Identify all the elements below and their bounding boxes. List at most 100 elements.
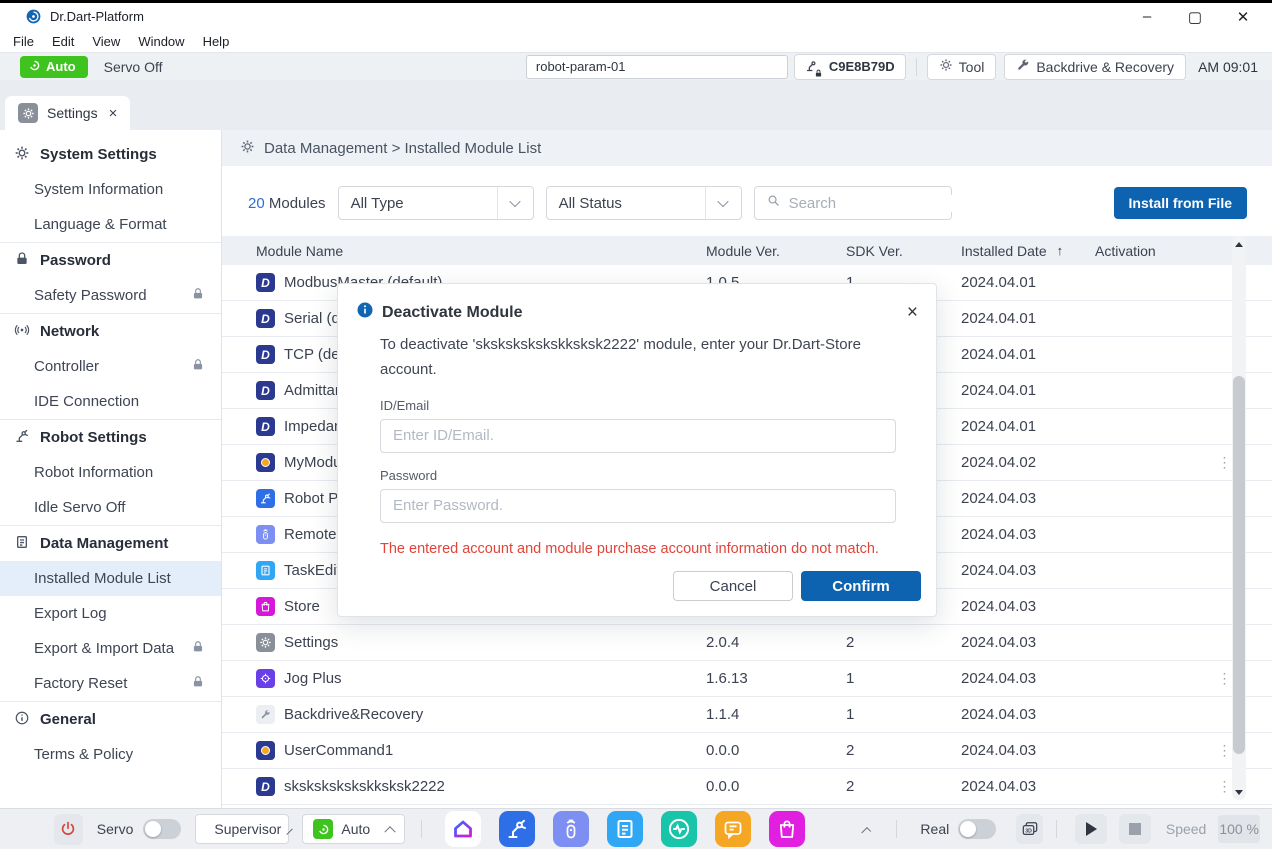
servo-toggle[interactable] [143, 819, 181, 839]
password-field[interactable] [380, 489, 896, 523]
col-module-name[interactable]: Module Name [256, 243, 706, 259]
sort-ascending-icon[interactable]: ↑ [1057, 243, 1064, 258]
table-row[interactable]: D skskskskskskksksk2222 0.0.0 2 2024.04.… [222, 769, 1272, 805]
dock-robot-params-icon[interactable] [499, 811, 535, 847]
power-button[interactable] [54, 814, 83, 845]
sidebar-item-installed-module-list[interactable]: Installed Module List [0, 561, 221, 596]
sidebar-section-robot-settings[interactable]: Robot Settings [0, 420, 221, 455]
menu-view[interactable]: View [83, 34, 129, 49]
tool-button[interactable]: Tool [927, 54, 997, 80]
scroll-up-icon[interactable] [1232, 237, 1246, 251]
module-version: 0.0.0 [706, 742, 846, 759]
col-installed-date[interactable]: Installed Date ↑ [961, 243, 1095, 259]
vertical-scrollbar[interactable] [1232, 236, 1246, 800]
sidebar-item-terms-policy[interactable]: Terms & Policy [0, 737, 221, 772]
3d-view-button[interactable]: 3D [1016, 814, 1043, 844]
sidebar-section-password[interactable]: Password [0, 243, 221, 278]
row-menu-icon[interactable]: ⋮ [1218, 454, 1232, 470]
sidebar-item-export-import-data[interactable]: Export & Import Data [0, 631, 221, 666]
cancel-button[interactable]: Cancel [673, 571, 793, 601]
col-sdk-ver[interactable]: SDK Ver. [846, 243, 961, 259]
speed-value[interactable]: 100 % [1218, 815, 1260, 843]
sidebar-section-system-settings[interactable]: System Settings [0, 137, 221, 172]
sidebar-item-export-log[interactable]: Export Log [0, 596, 221, 631]
dock-remote-control-icon[interactable] [553, 811, 589, 847]
settings-module-icon [256, 633, 275, 652]
col-activation[interactable]: Activation [1095, 243, 1199, 259]
table-row[interactable]: UserCommand1 0.0.0 2 2024.04.03 ⋮ [222, 733, 1272, 769]
installed-date: 2024.04.03 [961, 562, 1095, 579]
status-filter-select[interactable]: All Status [546, 186, 742, 220]
row-menu-icon[interactable]: ⋮ [1218, 670, 1232, 686]
sidebar-section-network[interactable]: Network [0, 314, 221, 349]
maximize-button[interactable]: ▢ [1186, 8, 1204, 26]
sidebar-item-factory-reset[interactable]: Factory Reset [0, 666, 221, 701]
breadcrumb[interactable]: Data Management > Installed Module List [222, 130, 1272, 166]
dock-home-icon[interactable] [445, 811, 481, 847]
dock-message-icon[interactable] [715, 811, 751, 847]
robot-param-input[interactable] [526, 55, 788, 79]
row-menu-icon[interactable]: ⋮ [1218, 742, 1232, 758]
role-select[interactable]: Supervisor [195, 814, 289, 844]
mode-select[interactable]: Auto [302, 814, 404, 844]
dialog-close-icon[interactable]: × [907, 303, 918, 322]
stop-button[interactable] [1119, 814, 1151, 844]
status-toolbar: Auto Servo Off C9E8B79D Tool Backdrive &… [0, 52, 1272, 80]
scrollbar-thumb[interactable] [1233, 376, 1245, 754]
col-module-ver[interactable]: Module Ver. [706, 243, 846, 259]
robot-id-badge[interactable]: C9E8B79D [794, 54, 906, 80]
dock-store-icon[interactable] [769, 811, 805, 847]
tab-close-icon[interactable]: × [109, 105, 118, 122]
error-message: The entered account and module purchase … [380, 540, 894, 560]
type-filter-select[interactable]: All Type [338, 186, 534, 220]
sidebar-item-system-information[interactable]: System Information [0, 172, 221, 207]
lock-icon [191, 358, 205, 376]
scroll-down-icon[interactable] [1232, 785, 1246, 799]
dock-monitoring-icon[interactable] [661, 811, 697, 847]
table-row[interactable]: Jog Plus 1.6.13 1 2024.04.03 ⋮ [222, 661, 1272, 697]
sidebar-item-controller[interactable]: Controller [0, 349, 221, 384]
install-from-file-button[interactable]: Install from File [1114, 187, 1247, 219]
menu-file[interactable]: File [4, 34, 43, 49]
close-button[interactable]: ✕ [1234, 8, 1252, 26]
menu-edit[interactable]: Edit [43, 34, 83, 49]
real-toggle[interactable] [958, 819, 996, 839]
play-button[interactable] [1075, 814, 1107, 844]
sidebar-item-robot-information[interactable]: Robot Information [0, 455, 221, 490]
menu-help[interactable]: Help [194, 34, 239, 49]
sdk-version: 2 [846, 742, 961, 759]
minimize-button[interactable]: – [1138, 8, 1156, 25]
search-box[interactable] [754, 186, 952, 220]
robot-lock-icon [805, 58, 823, 76]
menu-window[interactable]: Window [129, 34, 193, 49]
id-email-field[interactable] [380, 419, 896, 453]
store-module-icon [256, 597, 275, 616]
backdrive-recovery-button[interactable]: Backdrive & Recovery [1004, 54, 1186, 80]
dock-expand-icon[interactable] [861, 827, 871, 837]
sidebar-section-general[interactable]: General [0, 702, 221, 737]
installed-date: 2024.04.03 [961, 490, 1095, 507]
table-row[interactable]: Settings 2.0.4 2 2024.04.03 [222, 625, 1272, 661]
confirm-button[interactable]: Confirm [801, 571, 921, 601]
lock-icon [191, 287, 205, 305]
auto-swirl-icon [28, 59, 41, 75]
sidebar-section-data-management[interactable]: Data Management [0, 526, 221, 561]
sidebar-item-idle-servo-off[interactable]: Idle Servo Off [0, 490, 221, 525]
search-input[interactable] [789, 195, 988, 212]
tab-settings[interactable]: Settings × [5, 96, 130, 130]
bottom-bar: Servo Supervisor Auto Real 3D Speed 100 … [0, 808, 1272, 849]
stop-icon [1129, 823, 1141, 835]
sdk-version: 2 [846, 634, 961, 651]
row-menu-icon[interactable]: ⋮ [1218, 778, 1232, 794]
dock-task-editor-icon[interactable] [607, 811, 643, 847]
sidebar-item-ide-connection[interactable]: IDE Connection [0, 384, 221, 419]
sidebar-item-language-format[interactable]: Language & Format [0, 207, 221, 242]
module-count: 20 Modules [248, 195, 326, 212]
dart-module-icon: D [256, 417, 275, 436]
module-version: 1.1.4 [706, 706, 846, 723]
table-row[interactable]: Backdrive&Recovery 1.1.4 1 2024.04.03 [222, 697, 1272, 733]
installed-date: 2024.04.03 [961, 670, 1095, 687]
module-name: Impedan [284, 418, 342, 435]
sidebar-item-safety-password[interactable]: Safety Password [0, 278, 221, 313]
mode-badge[interactable]: Auto [20, 56, 88, 78]
